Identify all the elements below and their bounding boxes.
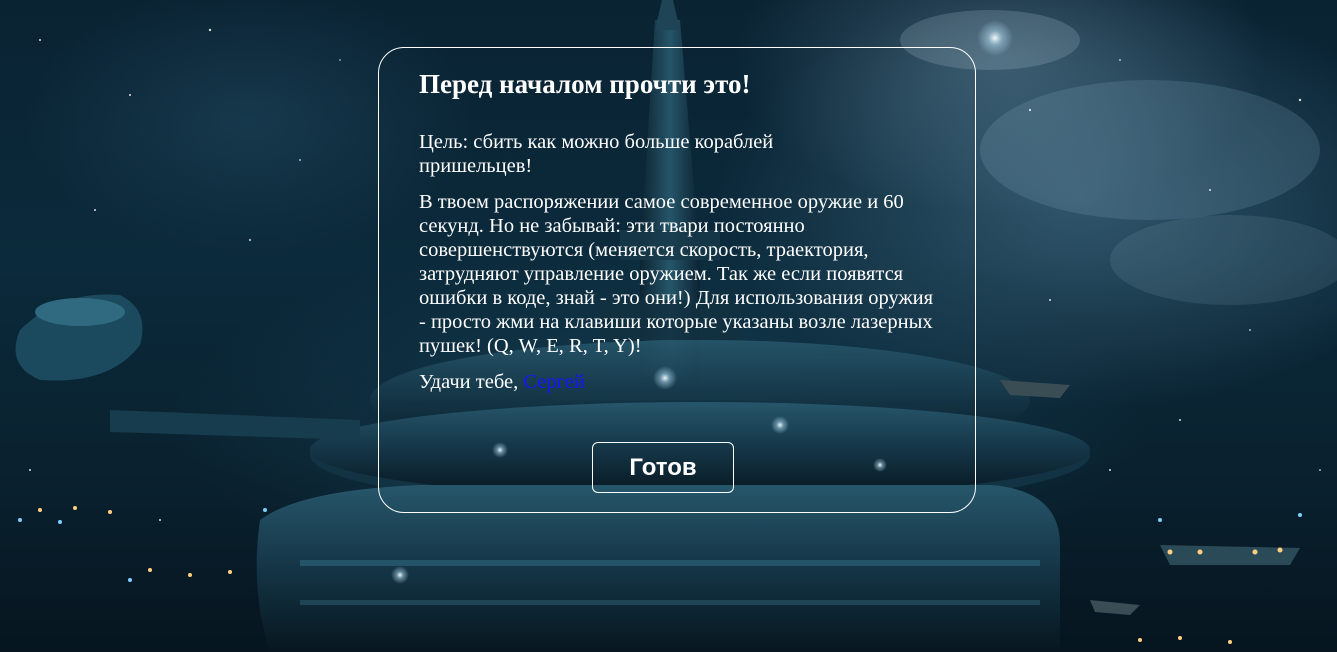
description-text: В твоем распоряжении самое современное о… [419, 191, 934, 357]
goal-text: Цель: сбить как можно больше кораблей пр… [419, 131, 774, 177]
dialog-title: Перед началом прочти это! [419, 69, 751, 99]
good-luck-line: Удачи тебе, Сергей [419, 370, 935, 394]
ready-button[interactable]: Готов [592, 442, 734, 493]
good-luck-prefix: Удачи тебе, [419, 371, 519, 393]
intro-dialog: Перед началом прочти это! Цель: сбить ка… [378, 47, 976, 513]
player-name-link[interactable]: Сергей [523, 371, 584, 393]
